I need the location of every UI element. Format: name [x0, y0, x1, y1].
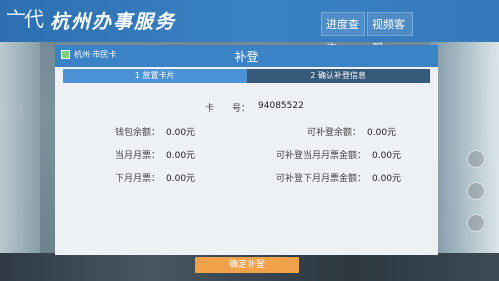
step-indicator: 1 放置卡片 2 确认补登信息 — [63, 69, 430, 83]
background-glare-left — [0, 40, 40, 281]
background-glare-right — [429, 30, 499, 281]
supplement-next-month-label: 可补登下月月票金额： — [276, 174, 367, 184]
wallet-balance-field: 钱包余额： 0.00元 — [115, 125, 195, 138]
supplement-next-month-field: 可补登下月月票金额： 0.00元 — [276, 171, 401, 184]
supplement-this-month-value: 0.00元 — [372, 151, 402, 161]
hardware-button-icon — [467, 182, 485, 200]
hardware-button-icon — [467, 150, 485, 168]
wallet-balance-label: 钱包余额： — [115, 128, 161, 138]
supplement-balance-label: 可补登余额： — [307, 128, 362, 138]
supplement-balance-field: 可补登余额： 0.00元 — [307, 125, 396, 138]
current-month-ticket-label: 当月月票： — [115, 151, 161, 161]
current-month-ticket-field: 当月月票： 0.00元 — [115, 148, 195, 161]
reissue-panel: 杭州·市民卡 补登 1 放置卡片 2 确认补登信息 卡 号： 94085522 … — [55, 45, 438, 255]
top-app-bar: 亠代 杭州办事服务 进度查询 视频客服 — [0, 0, 499, 55]
supplement-balance-value: 0.00元 — [367, 128, 397, 138]
step-place-card: 1 放置卡片 — [63, 69, 247, 83]
current-month-ticket-value: 0.00元 — [166, 151, 196, 161]
progress-query-button[interactable]: 进度查询 — [321, 12, 365, 55]
page-title: 补登 — [234, 50, 259, 64]
wallet-balance-value: 0.00元 — [166, 128, 196, 138]
step-confirm-info: 2 确认补登信息 — [246, 69, 430, 83]
brand-logo-icon: 亠代 — [6, 7, 44, 31]
next-month-ticket-field: 下月月票： 0.00元 — [115, 171, 195, 184]
video-support-button[interactable]: 视频客服 — [367, 12, 413, 55]
brand-title: 杭州办事服务 — [50, 11, 177, 33]
next-month-ticket-value: 0.00元 — [166, 174, 196, 184]
panel-header: 杭州·市民卡 补登 — [55, 45, 438, 67]
supplement-this-month-field: 可补登当月月票金额： 0.00元 — [276, 148, 401, 161]
confirm-reissue-button[interactable]: 确定补登 — [195, 257, 299, 273]
card-number-row: 卡 号： 94085522 — [205, 101, 304, 114]
hardware-button-icon — [467, 214, 485, 232]
next-month-ticket-label: 下月月票： — [115, 174, 161, 184]
supplement-this-month-label: 可补登当月月票金额： — [276, 151, 367, 161]
reissue-details: 卡 号： 94085522 钱包余额： 0.00元 当月月票： 0.00元 下月… — [55, 85, 438, 255]
card-number-value: 94085522 — [258, 101, 304, 111]
card-number-label: 卡 号： — [205, 104, 251, 114]
supplement-next-month-value: 0.00元 — [372, 174, 402, 184]
